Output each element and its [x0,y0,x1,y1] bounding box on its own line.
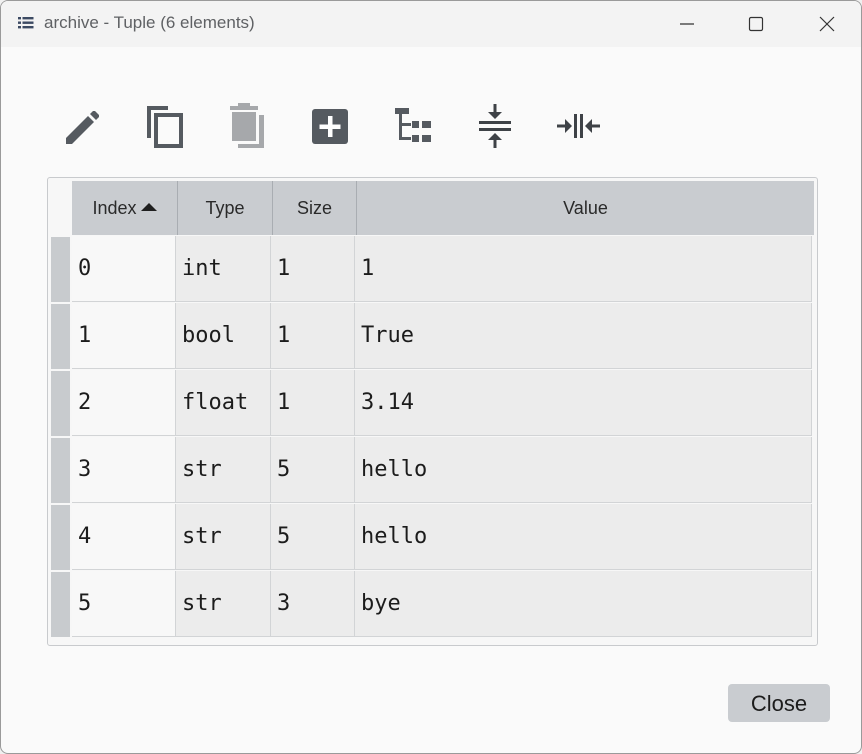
column-header-value[interactable]: Value [357,181,814,235]
row-header[interactable] [51,438,70,503]
sort-ascending-icon [140,179,157,233]
cell-value[interactable]: True [355,303,812,369]
cell-type[interactable]: str [176,571,271,637]
copy-icon [147,106,183,148]
cell-index[interactable]: 2 [72,370,176,436]
cell-type[interactable]: int [176,236,271,302]
resize-columns-button[interactable] [554,101,602,151]
cell-type[interactable]: str [176,504,271,570]
cell-index[interactable]: 1 [72,303,176,369]
minimize-icon [680,23,694,25]
title-bar[interactable]: archive - Tuple (6 elements) [1,1,861,47]
table-header: Index Type Size Value [72,181,814,235]
cell-value[interactable]: bye [355,571,812,637]
column-header-size[interactable]: Size [273,181,357,235]
cell-size[interactable]: 1 [271,370,355,436]
row-header[interactable] [51,237,70,302]
cell-type[interactable]: str [176,437,271,503]
window-title: archive - Tuple (6 elements) [44,13,255,32]
row-header[interactable] [51,572,70,637]
table-row[interactable]: 0 int 1 1 [51,236,814,303]
table-row[interactable]: 3 str 5 hello [51,437,814,504]
row-header[interactable] [51,371,70,436]
table-row[interactable]: 2 float 1 3.14 [51,370,814,437]
trash-icon [230,103,264,148]
cell-index[interactable]: 5 [72,571,176,637]
columns-compress-icon [557,114,600,138]
cell-size[interactable]: 1 [271,303,355,369]
resize-rows-button[interactable] [471,101,519,151]
cell-value[interactable]: 3.14 [355,370,812,436]
table-row[interactable]: 5 str 3 bye [51,571,814,638]
cell-value[interactable]: hello [355,437,812,503]
table-row[interactable]: 1 bool 1 True [51,303,814,370]
cell-value[interactable]: hello [355,504,812,570]
column-header-index[interactable]: Index [72,181,178,235]
cell-type[interactable]: bool [176,303,271,369]
cell-index[interactable]: 0 [72,236,176,302]
cell-index[interactable]: 4 [72,504,176,570]
copy-button[interactable] [141,101,189,151]
data-table: Index Type Size Value 0 int 1 1 1 bool 1… [47,177,818,646]
list-icon [18,16,34,30]
cell-value[interactable]: 1 [355,236,812,302]
dialog-window: archive - Tuple (6 elements) Index Type … [0,0,862,754]
table-row[interactable]: 4 str 5 hello [51,504,814,571]
plus-icon [312,109,348,144]
cell-size[interactable]: 5 [271,437,355,503]
close-button[interactable]: Close [728,684,830,722]
column-header-type[interactable]: Type [178,181,273,235]
row-header[interactable] [51,505,70,570]
close-window-button[interactable] [794,1,860,47]
rows-compress-icon [479,104,511,148]
maximize-icon [748,16,764,32]
maximize-button[interactable] [723,1,789,47]
insert-button[interactable] [307,101,355,151]
minimize-button[interactable] [654,1,720,47]
cell-index[interactable]: 3 [72,437,176,503]
cell-type[interactable]: float [176,370,271,436]
row-header[interactable] [51,304,70,369]
pencil-icon [66,111,99,144]
close-icon [819,16,835,32]
delete-button[interactable] [224,101,272,151]
cell-size[interactable]: 1 [271,236,355,302]
tree-button[interactable] [390,101,438,151]
edit-button[interactable] [60,101,108,151]
tree-icon [395,108,431,142]
cell-size[interactable]: 5 [271,504,355,570]
cell-size[interactable]: 3 [271,571,355,637]
